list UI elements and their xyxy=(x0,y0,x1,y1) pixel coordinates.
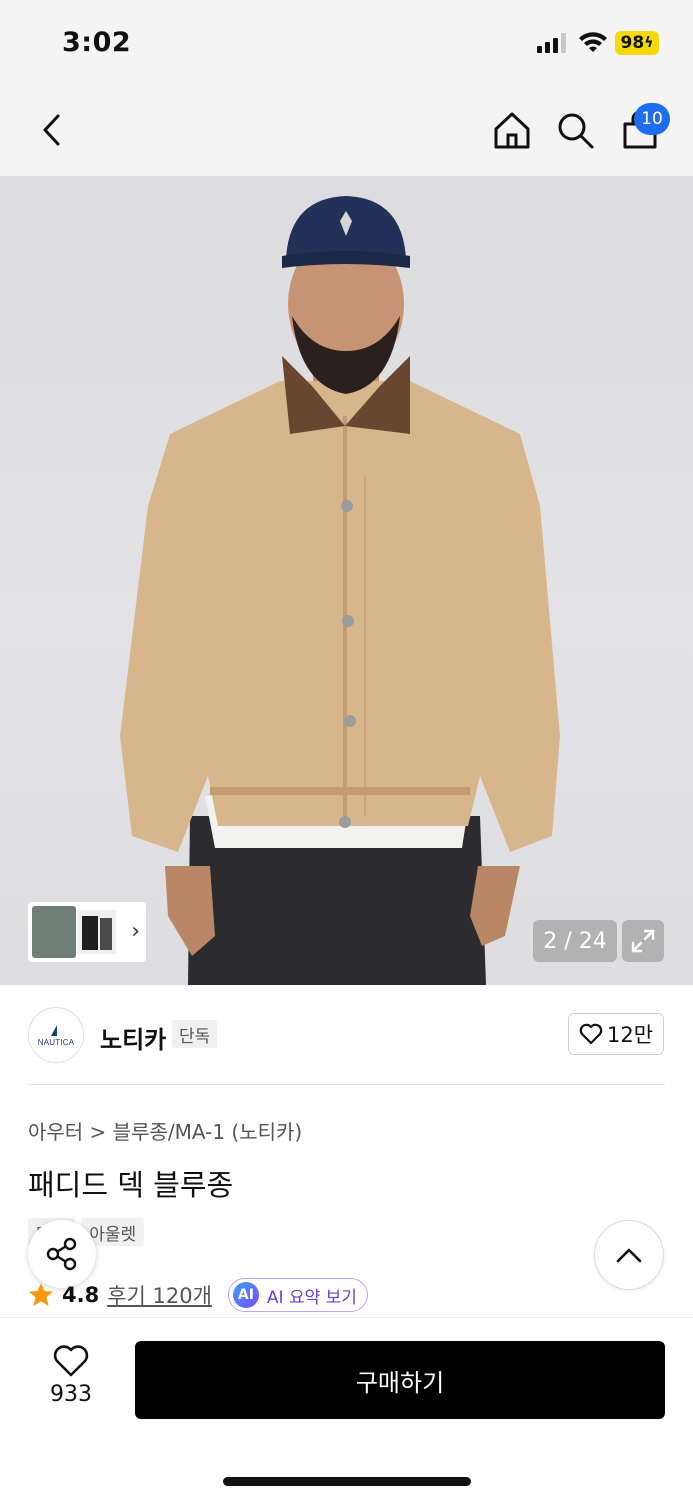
chevron-left-icon xyxy=(43,114,60,146)
wifi-icon xyxy=(579,32,607,52)
chevron-up-icon xyxy=(616,1248,642,1263)
status-time: 3:02 xyxy=(62,27,132,58)
wishlist-button[interactable]: 933 xyxy=(30,1344,112,1424)
search-icon xyxy=(558,113,594,149)
share-icon xyxy=(46,1237,77,1271)
heart-icon xyxy=(579,1023,603,1045)
battery-icon: 98 ϟ xyxy=(615,31,659,55)
product-image[interactable] xyxy=(0,176,693,985)
ai-summary-button[interactable]: AI AI 요약 보기 xyxy=(227,1278,368,1312)
rating-value: 4.8 xyxy=(62,1283,100,1307)
brand-name[interactable]: 노티카 xyxy=(100,1020,166,1055)
ai-summary-label: AI 요약 보기 xyxy=(266,1287,357,1308)
charging-icon: ϟ xyxy=(644,35,654,51)
thumbnail-strip[interactable]: › xyxy=(28,902,146,962)
home-icon xyxy=(494,112,530,149)
brand-row: NAUTICA 노티카 단독 12만 xyxy=(0,985,693,1085)
brand-exclusive-tag: 단독 xyxy=(172,1020,218,1048)
rating-row: 4.8 후기 120개 AI AI 요약 보기 xyxy=(28,1278,368,1312)
brand-like-count: 12만 xyxy=(606,1023,654,1047)
image-counter: 2 / 24 xyxy=(533,920,617,962)
brand-logo[interactable]: NAUTICA xyxy=(28,1007,84,1063)
sailboat-icon xyxy=(51,1024,57,1036)
divider xyxy=(28,1084,665,1085)
breadcrumb[interactable]: 아우터 > 블루종/MA-1 (노티카) xyxy=(28,1116,302,1145)
brand-like-button[interactable]: 12만 xyxy=(568,1013,664,1055)
signal-icon xyxy=(537,33,566,53)
cart-count-badge: 10 xyxy=(634,103,670,135)
product-photo xyxy=(120,196,560,985)
buy-button[interactable]: 구매하기 xyxy=(135,1341,665,1419)
thumbnail-image[interactable] xyxy=(78,910,116,954)
top-nav xyxy=(0,88,693,176)
expand-button[interactable] xyxy=(622,920,664,962)
brand-logo-text: NAUTICA xyxy=(37,1037,75,1047)
home-button[interactable] xyxy=(490,108,534,152)
product-title: 패디드 덱 블루종 xyxy=(28,1168,234,1202)
wishlist-count: 933 xyxy=(50,1382,92,1407)
battery-level: 98 xyxy=(620,33,645,53)
star-icon xyxy=(29,1283,53,1306)
status-bar: 3:02 98 ϟ xyxy=(0,0,693,88)
heart-icon xyxy=(53,1345,89,1377)
back-button[interactable] xyxy=(30,108,74,152)
thumbnail-image[interactable] xyxy=(32,906,76,958)
ai-badge-icon: AI xyxy=(232,1282,259,1308)
review-link[interactable]: 후기 120개 xyxy=(107,1280,212,1310)
search-button[interactable] xyxy=(553,108,597,152)
scroll-to-top-button[interactable] xyxy=(594,1220,664,1290)
home-indicator xyxy=(223,1477,471,1486)
expand-icon xyxy=(631,929,655,953)
bottom-bar: 933 구매하기 xyxy=(0,1317,693,1500)
chevron-right-icon: › xyxy=(131,919,140,944)
